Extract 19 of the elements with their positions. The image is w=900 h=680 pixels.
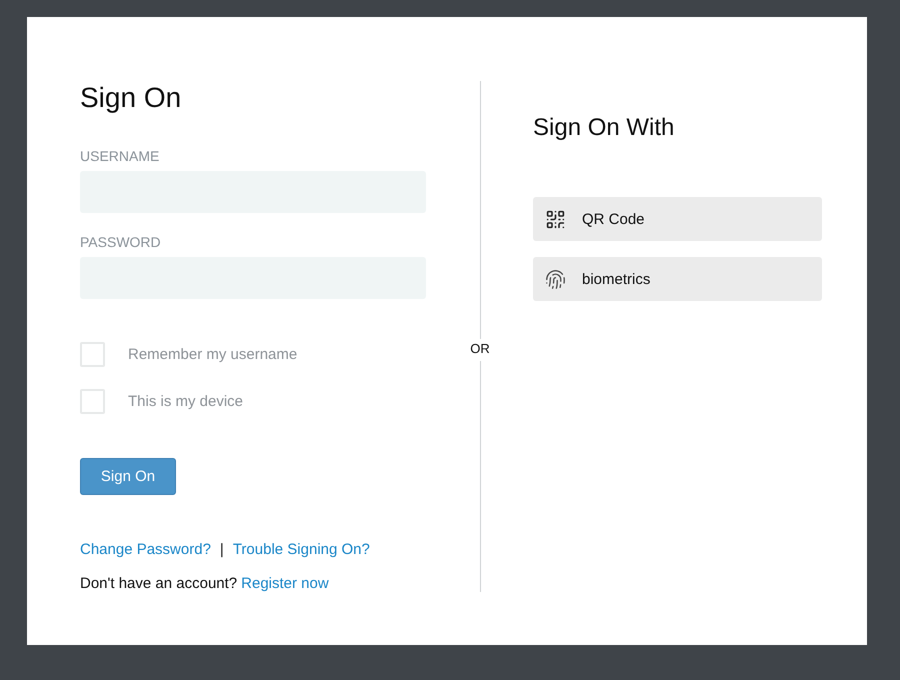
field-label: USERNAME — [80, 147, 160, 165]
checkbox[interactable] — [80, 342, 105, 367]
or-divider-label: OR — [470, 341, 490, 357]
help-link[interactable]: Change Password? — [80, 541, 211, 559]
sign-on-with-title: Sign On With — [533, 113, 674, 143]
sign-on-option-button[interactable]: QR Code — [533, 197, 822, 241]
sign-on-option-button[interactable]: biometrics — [533, 257, 822, 301]
checkbox[interactable] — [80, 389, 105, 414]
checkbox-label: This is my device — [128, 392, 244, 410]
link-separator: | — [220, 541, 224, 559]
register-prompt: Don't have an account? — [80, 575, 238, 593]
checkbox-label: Remember my username — [128, 346, 298, 364]
help-link[interactable]: Trouble Signing On? — [232, 541, 370, 559]
qr-code-icon — [545, 208, 566, 230]
field-label: PASSWORD — [80, 233, 161, 251]
register-link[interactable]: Register now — [241, 575, 329, 593]
fingerprint-icon — [545, 268, 566, 290]
sign-on-title: Sign On — [80, 81, 182, 115]
sign-on-button[interactable]: Sign On — [80, 458, 176, 495]
